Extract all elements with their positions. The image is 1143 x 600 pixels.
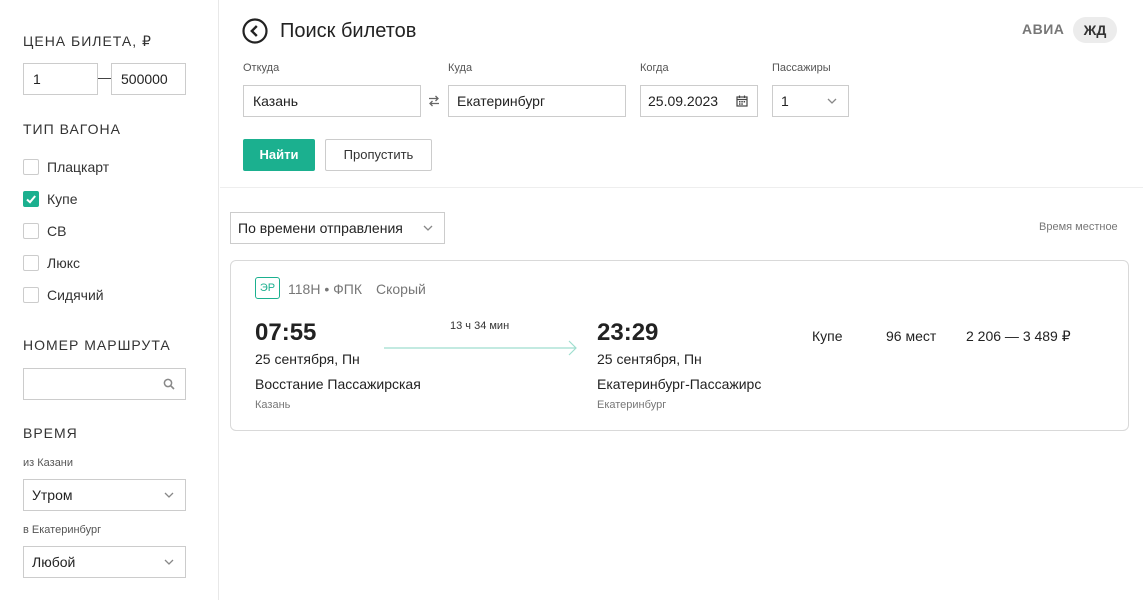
- price-filter-title: ЦЕНА БИЛЕТА, ₽: [23, 33, 152, 49]
- chevron-down-icon: [423, 225, 433, 231]
- car-type-option-lux[interactable]: Люкс: [23, 255, 80, 271]
- car-type-option-kupe[interactable]: Купе: [23, 191, 78, 207]
- page-title: Поиск билетов: [280, 20, 417, 42]
- route-arrow-icon: [384, 340, 577, 356]
- price-range-dash: [98, 78, 111, 79]
- arrival-city: Екатеринбург: [597, 399, 667, 411]
- mode-tab-rail[interactable]: ЖД: [1073, 17, 1117, 43]
- select-value: Любой: [32, 554, 76, 570]
- price-range[interactable]: 2 206 — 3 489 ₽: [966, 328, 1071, 345]
- arrival-station: Екатеринбург-Пассажирс: [597, 376, 762, 392]
- from-input[interactable]: Казань: [243, 85, 421, 117]
- sort-select[interactable]: По времени отправления: [230, 212, 445, 244]
- chevron-down-icon: [827, 98, 837, 104]
- route-number-input[interactable]: [23, 368, 186, 400]
- departure-station: Восстание Пассажирская: [255, 376, 421, 392]
- search-icon[interactable]: [163, 378, 175, 390]
- checkbox[interactable]: [23, 287, 39, 303]
- departure-time: 07:55: [255, 319, 317, 346]
- checkbox-label: Люкс: [47, 255, 80, 271]
- available-seats: 96 мест: [886, 328, 937, 344]
- train-type: Скорый: [376, 281, 426, 297]
- calendar-icon[interactable]: [736, 95, 748, 107]
- departure-date: 25 сентября, Пн: [255, 351, 360, 367]
- passengers-value: 1: [781, 93, 789, 109]
- price-min-input[interactable]: 1: [23, 63, 98, 95]
- chevron-down-icon: [164, 492, 174, 498]
- date-value: 25.09.2023: [648, 93, 719, 109]
- time-filter-title: ВРЕМЯ: [23, 425, 78, 441]
- passengers-label: Пассажиры: [772, 62, 831, 74]
- select-value: Утром: [32, 487, 73, 503]
- from-label: Откуда: [243, 62, 280, 74]
- skip-button[interactable]: Пропустить: [325, 139, 432, 171]
- check-icon: [26, 195, 36, 204]
- car-type-option-sv[interactable]: СВ: [23, 223, 66, 239]
- car-type-option-platskart[interactable]: Плацкарт: [23, 159, 109, 175]
- checkbox-label: Плацкарт: [47, 159, 110, 175]
- arrival-time: 23:29: [597, 319, 659, 346]
- car-type-option-seated[interactable]: Сидячий: [23, 287, 104, 303]
- checkbox[interactable]: [23, 255, 39, 271]
- electronic-registration-badge: ЭР: [255, 277, 280, 299]
- car-class: Купе: [812, 328, 843, 344]
- to-label: Куда: [448, 62, 473, 74]
- checkbox[interactable]: [23, 159, 39, 175]
- date-input[interactable]: 25.09.2023: [640, 85, 758, 117]
- chevron-down-icon: [164, 559, 174, 565]
- checkbox-label: СВ: [47, 223, 67, 239]
- passengers-select[interactable]: 1: [772, 85, 849, 117]
- departure-time-label: из Казани: [23, 457, 74, 469]
- departure-time-select[interactable]: Утром: [23, 479, 186, 511]
- arrival-time-label: в Екатеринбург: [23, 524, 102, 536]
- sort-value: По времени отправления: [238, 220, 403, 236]
- trip-card[interactable]: [230, 260, 1129, 431]
- checkbox[interactable]: [23, 191, 39, 207]
- checkbox-label: Купе: [47, 191, 78, 207]
- trip-duration: 13 ч 34 мин: [450, 320, 510, 332]
- arrival-date: 25 сентября, Пн: [597, 351, 702, 367]
- route-number-title: НОМЕР МАРШРУТА: [23, 337, 171, 353]
- checkbox[interactable]: [23, 223, 39, 239]
- swap-icon[interactable]: [428, 94, 440, 108]
- section-divider: [220, 187, 1143, 188]
- arrival-time-select[interactable]: Любой: [23, 546, 186, 578]
- to-input[interactable]: Екатеринбург: [448, 85, 626, 117]
- departure-city: Казань: [255, 399, 291, 411]
- local-time-note: Время местное: [1039, 221, 1118, 233]
- checkbox-label: Сидячий: [47, 287, 104, 303]
- car-type-title: ТИП ВАГОНА: [23, 121, 121, 137]
- mode-tab-avia[interactable]: АВИА: [1022, 21, 1064, 37]
- price-max-input[interactable]: 500000: [111, 63, 186, 95]
- train-number: 118Н • ФПК: [288, 281, 362, 297]
- back-arrow-icon[interactable]: [242, 18, 268, 44]
- date-label: Когда: [640, 62, 669, 74]
- find-button[interactable]: Найти: [243, 139, 315, 171]
